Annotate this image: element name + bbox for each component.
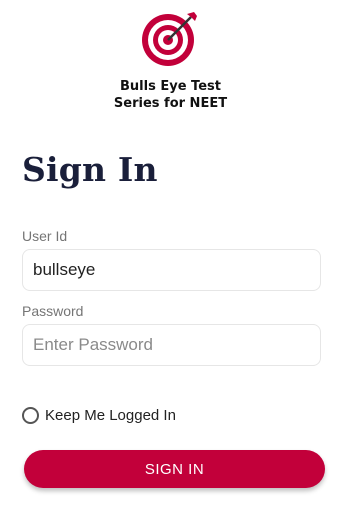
keep-logged-in-radio[interactable] bbox=[22, 407, 39, 424]
userid-label: User Id bbox=[22, 228, 68, 244]
password-label: Password bbox=[22, 303, 84, 319]
brand-name: Bulls Eye Test Series for NEET bbox=[0, 78, 341, 112]
page-title: Sign In bbox=[22, 150, 158, 189]
keep-logged-in-label: Keep Me Logged In bbox=[45, 407, 176, 424]
bullseye-target-icon bbox=[141, 12, 197, 66]
keep-logged-in-toggle[interactable]: Keep Me Logged In bbox=[22, 407, 176, 424]
password-input[interactable] bbox=[22, 324, 321, 366]
brand-line-1: Bulls Eye Test bbox=[120, 79, 221, 94]
sign-in-button[interactable]: SIGN IN bbox=[24, 450, 325, 488]
brand-line-2: Series for NEET bbox=[113, 96, 228, 111]
app-logo: Bulls Eye Test Series for NEET bbox=[0, 8, 341, 112]
userid-input[interactable] bbox=[22, 249, 321, 291]
